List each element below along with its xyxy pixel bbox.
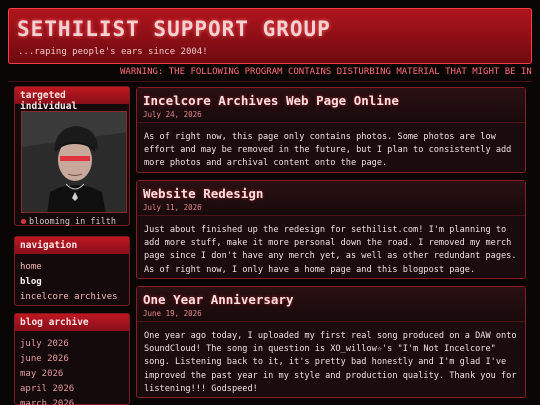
status-dot-icon xyxy=(21,219,26,224)
targeted-individual-box: targeted individual blooming in filth xyxy=(14,86,130,227)
avatar-portrait-image xyxy=(22,112,126,212)
status-line: blooming in filth xyxy=(21,217,116,227)
site-tagline: ...raping people's ears since 2004! xyxy=(18,47,208,57)
blog-archive-box: blog archive july 2026 june 2026 may 202… xyxy=(14,313,130,405)
blog-post: Website Redesign July 11, 2026 Just abou… xyxy=(136,180,526,279)
site-header: SETHILIST SUPPORT GROUP ...raping people… xyxy=(8,8,532,64)
targeted-individual-heading: targeted individual xyxy=(15,87,129,112)
nav-item-blog[interactable]: blog xyxy=(20,275,124,290)
blog-archive-heading: blog archive xyxy=(15,314,129,331)
archive-item[interactable]: march 2026 xyxy=(20,397,124,405)
post-body: One year ago today, I uploaded my first … xyxy=(144,331,517,394)
post-title[interactable]: Incelcore Archives Web Page Online xyxy=(143,93,519,108)
nav-item-incelcore-archives[interactable]: incelcore archives xyxy=(20,290,124,305)
navigation-box: navigation home blog incelcore archives xyxy=(14,236,130,306)
post-header: Website Redesign July 11, 2026 xyxy=(137,181,525,216)
post-title[interactable]: One Year Anniversary xyxy=(143,292,519,307)
post-date: July 11, 2026 xyxy=(143,203,202,212)
post-date: July 24, 2026 xyxy=(143,110,202,119)
blog-post: One Year Anniversary June 19, 2026 One y… xyxy=(136,286,526,398)
archive-item[interactable]: june 2026 xyxy=(20,352,124,367)
warning-ticker: WARNING: THE FOLLOWING PROGRAM CONTAINS … xyxy=(8,64,532,82)
post-body: Just about finished up the redesign for … xyxy=(144,225,517,275)
post-header: Incelcore Archives Web Page Online July … xyxy=(137,88,525,123)
warning-ticker-text: WARNING: THE FOLLOWING PROGRAM CONTAINS … xyxy=(120,67,532,77)
archive-item[interactable]: may 2026 xyxy=(20,367,124,382)
nav-item-home[interactable]: home xyxy=(20,260,124,275)
navigation-heading: navigation xyxy=(15,237,129,254)
archive-item[interactable]: july 2026 xyxy=(20,337,124,352)
post-date: June 19, 2026 xyxy=(143,309,202,318)
status-text: blooming in filth xyxy=(29,217,116,227)
blog-post: Incelcore Archives Web Page Online July … xyxy=(136,87,526,173)
post-title[interactable]: Website Redesign xyxy=(143,186,519,201)
navigation-list: home blog incelcore archives xyxy=(15,254,129,311)
archive-list: july 2026 june 2026 may 2026 april 2026 … xyxy=(15,331,129,405)
site-title[interactable]: SETHILIST SUPPORT GROUP xyxy=(17,17,331,41)
post-body: As of right now, this page only contains… xyxy=(144,132,512,169)
post-header: One Year Anniversary June 19, 2026 xyxy=(137,287,525,322)
archive-item[interactable]: april 2026 xyxy=(20,382,124,397)
avatar xyxy=(21,111,127,213)
